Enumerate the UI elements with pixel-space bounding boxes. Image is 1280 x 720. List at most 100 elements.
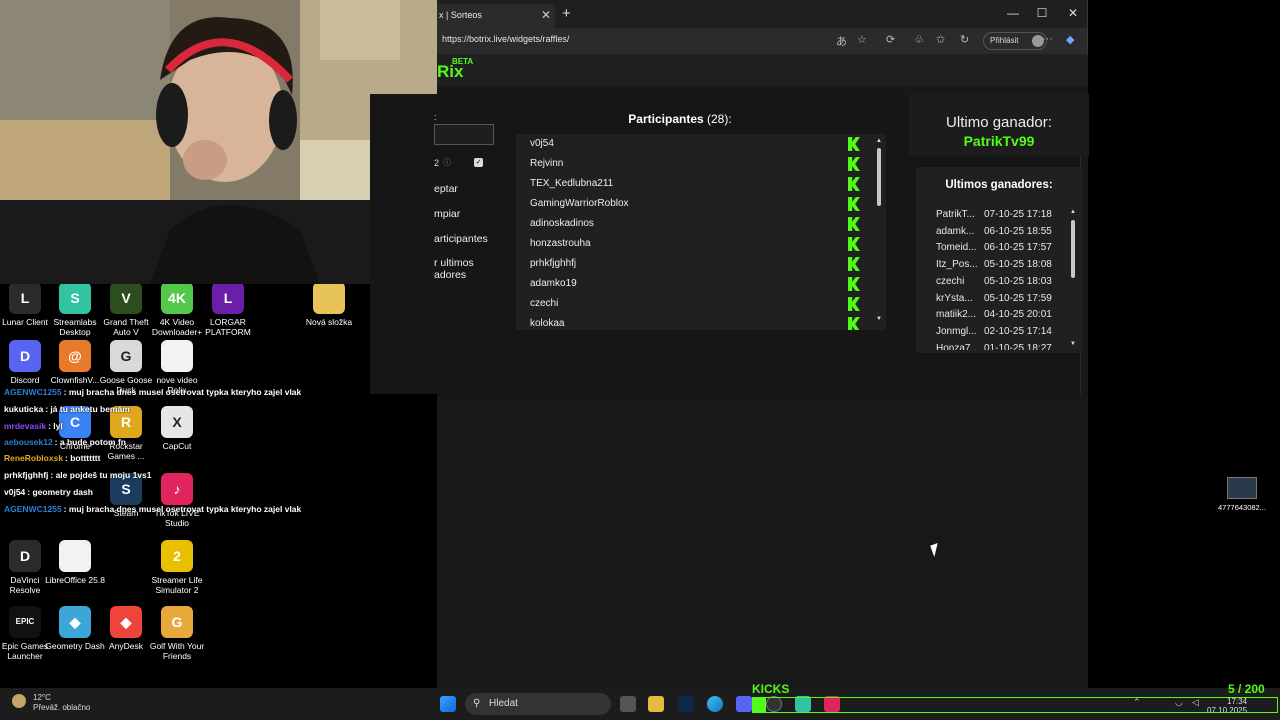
participant-name: GamingWarriorRoblox (530, 198, 629, 209)
kick-platform-icon (848, 257, 860, 271)
chat-message: AGENWC1255: muj bracha dnes musel osetro… (4, 504, 301, 514)
url-field[interactable]: https://botrix.live/widgets/raffles/ (442, 34, 569, 44)
weather-temp: 12°C (33, 693, 51, 702)
tab-sorteos[interactable]: x | Sorteos ✕ (437, 4, 555, 28)
scroll-up-icon[interactable]: ▲ (1070, 209, 1076, 215)
participants-list[interactable]: v0j54 Rejvinn TEX_Kedlubna211 GamingWarrior… (516, 134, 886, 330)
info-icon[interactable]: ⓘ (443, 157, 451, 168)
participants-button[interactable]: articipantes (434, 233, 488, 245)
participant-name: kolokaa (530, 318, 565, 329)
weather-widget[interactable]: 12°C Převáž. oblačno (33, 693, 90, 713)
extensions-icon[interactable]: ⟳ (886, 33, 895, 46)
maximize-button[interactable]: ☐ (1032, 6, 1052, 20)
close-window-button[interactable]: ✕ (1063, 6, 1083, 20)
last-winners-button[interactable]: r ultimos adores (434, 257, 494, 281)
weather-icon[interactable] (12, 694, 26, 708)
participant-name: adamko19 (530, 278, 577, 289)
participant-row[interactable]: v0j54 (516, 134, 866, 154)
participant-name: v0j54 (530, 138, 554, 149)
participants-scrollbar[interactable]: ▲ ▼ (874, 134, 884, 330)
participant-row[interactable]: kolokaa (516, 314, 866, 330)
edge-icon[interactable] (707, 696, 723, 712)
taskbar-search[interactable]: ⚲ Hledat (465, 693, 611, 715)
wallet-icon[interactable]: ♧ (914, 33, 924, 46)
desktop-icon-file[interactable]: 4777643082... (1214, 477, 1270, 512)
kick-platform-icon (848, 137, 860, 151)
desktop-icon-label: Golf With Your Friends (149, 641, 205, 661)
tab-title: x | Sorteos (439, 10, 482, 20)
winner-row: czechi 05-10-25 18:03 (936, 276, 1052, 287)
copilot-icon[interactable]: ◆ (1066, 33, 1074, 46)
desktop-icon-label: 4777643082... (1218, 503, 1266, 512)
chat-username: aebousek12 (4, 437, 53, 447)
app-icon: D (9, 540, 41, 572)
keyword-input[interactable] (434, 124, 494, 145)
desktop-icon[interactable]: 2 Streamer Life Simulator 2 (147, 540, 207, 595)
participant-row[interactable]: czechi (516, 294, 866, 314)
participant-name: czechi (530, 298, 559, 309)
chat-text: : lyl (48, 421, 63, 431)
scroll-down-icon[interactable]: ▼ (1070, 341, 1076, 347)
desktop-icon-label: LibreOffice 25.8 (45, 575, 105, 585)
accept-button[interactable]: eptar (434, 183, 458, 195)
participant-row[interactable]: Rejvinn (516, 154, 866, 174)
app-icon: L (9, 282, 41, 314)
desktop-icon[interactable]: LibreOffice 25.8 (45, 540, 105, 585)
kick-platform-icon (848, 237, 860, 251)
chat-text: : muj bracha dnes musel osetrovat typka … (63, 387, 302, 397)
participants-scroll-thumb[interactable] (877, 148, 881, 206)
tab-strip: x | Sorteos ✕ + — ☐ ✕ (437, 0, 1087, 28)
read-aloud-icon[interactable]: あ (836, 33, 847, 49)
winners-scroll-thumb[interactable] (1071, 220, 1075, 278)
close-tab-icon[interactable]: ✕ (541, 4, 551, 26)
scroll-up-icon[interactable]: ▲ (876, 138, 882, 144)
chat-username: prhkfjghhfj (4, 470, 49, 480)
favorite-star-icon[interactable]: ☆ (857, 33, 867, 46)
participants-count: (28): (707, 112, 732, 126)
minimize-button[interactable]: — (1003, 6, 1023, 20)
participant-name: honzastrouha (530, 238, 591, 249)
desktop-icon[interactable]: G Golf With Your Friends (147, 606, 207, 661)
participant-row[interactable]: TEX_Kedlubna211 (516, 174, 866, 194)
participant-row[interactable]: GamingWarriorRoblox (516, 194, 866, 214)
desktop-icon[interactable]: Nová složka (299, 282, 359, 327)
favorites-icon[interactable]: ✩ (936, 33, 945, 46)
participant-row[interactable]: adamko19 (516, 274, 866, 294)
desktop-icon[interactable]: X CapCut (147, 406, 207, 451)
chat-message: mrdevasik: lyl (4, 421, 63, 431)
history-icon[interactable]: ↻ (960, 33, 969, 46)
winner-row: Itz_Pos... 05-10-25 18:08 (936, 259, 1052, 270)
last-winner-card: Ultimo ganador: PatrikTv99 (909, 94, 1089, 156)
desktop-icon[interactable]: L LORGAR PLATFORM (198, 282, 258, 337)
scroll-down-icon[interactable]: ▼ (876, 316, 882, 322)
winners-list[interactable]: PatrikT... 07-10-25 17:18 adamk... 06-10-25… (916, 209, 1066, 350)
winners-scrollbar[interactable]: ▲ ▼ (1068, 207, 1078, 352)
raffle-panel: : 2 ⓘ ✓ eptar mpiar articipantes r ultim… (370, 94, 1089, 394)
discord-taskbar-icon[interactable] (736, 696, 752, 712)
start-icon[interactable] (440, 696, 456, 712)
desktop-icon[interactable]: ♪ TikTok LIVE Studio (147, 473, 207, 528)
keyword-label: : (434, 112, 437, 122)
new-tab-button[interactable]: + (562, 5, 571, 22)
kick-platform-icon (848, 217, 860, 231)
chat-text: : ale pojdeš tu moju 1vs1 (50, 470, 152, 480)
participant-row[interactable]: honzastrouha (516, 234, 866, 254)
winner-name: matiik2... (936, 309, 977, 321)
app-icon: X (161, 406, 193, 438)
signin-label: Přihlásit (990, 36, 1019, 45)
signin-button[interactable]: Přihlásit (983, 32, 1047, 50)
task-view-icon[interactable] (620, 696, 636, 712)
kick-platform-icon (848, 197, 860, 211)
winner-date: 01-10-25 18:27 (984, 342, 1052, 350)
app-icon: S (59, 282, 91, 314)
clear-button[interactable]: mpiar (434, 208, 460, 220)
app-icon: ◆ (110, 606, 142, 638)
file-explorer-icon[interactable] (648, 696, 664, 712)
photoshop-icon[interactable] (678, 696, 694, 712)
more-menu-icon[interactable]: ··· (1042, 33, 1053, 45)
winner-row: Jonmgl... 02-10-25 17:14 (936, 326, 1052, 337)
participant-row[interactable]: prhkfjghhfj (516, 254, 866, 274)
participant-row[interactable]: adinoskadinos (516, 214, 866, 234)
option-checkbox[interactable]: ✓ (474, 158, 483, 167)
app-icon: D (9, 340, 41, 372)
